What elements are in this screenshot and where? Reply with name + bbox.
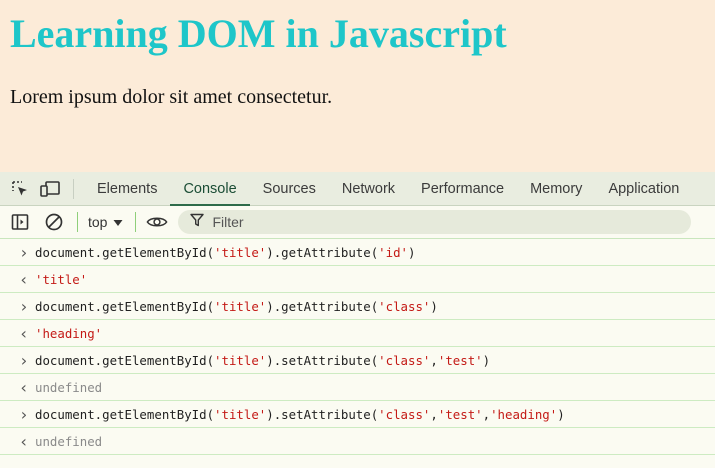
context-selector[interactable]: top — [88, 214, 123, 230]
code-text: ) — [430, 298, 438, 314]
console-result-line: ‹ undefined — [0, 374, 715, 401]
devtools-panel: Elements Console Sources Network Perform… — [0, 172, 715, 468]
tab-elements[interactable]: Elements — [84, 172, 170, 205]
code-text: , — [430, 352, 438, 368]
console-command: document.getElementById('title').getAttr… — [35, 245, 415, 260]
result-text: 'heading' — [35, 325, 103, 341]
code-text: ).getAttribute( — [266, 298, 379, 314]
console-result-line: ‹ 'heading' — [0, 320, 715, 347]
console-result-line: ‹ 'title' — [0, 266, 715, 293]
code-text: ) — [408, 244, 416, 260]
console-result-undefined: undefined — [35, 434, 102, 449]
console-input-line: › document.getElementById('title').getAtt… — [0, 293, 715, 320]
code-text: document.getElementById( — [35, 244, 215, 260]
console-command: document.getElementById('title').getAttr… — [35, 299, 438, 314]
result-arrow-icon: ‹ — [19, 323, 29, 343]
string-argument: 'class' — [378, 298, 431, 314]
page-paragraph: Lorem ipsum dolor sit amet consectetur. — [10, 86, 333, 108]
string-argument: 'class' — [378, 352, 431, 368]
string-argument: 'title' — [214, 406, 267, 422]
string-argument: 'heading' — [490, 406, 558, 422]
console-result-value: 'title' — [35, 272, 87, 287]
code-text: ).setAttribute( — [266, 406, 379, 422]
prompt-chevron-icon: › — [19, 350, 29, 370]
console-result-undefined: undefined — [35, 380, 102, 395]
result-arrow-icon: ‹ — [19, 269, 29, 289]
clear-console-icon[interactable] — [43, 211, 65, 233]
tab-sources[interactable]: Sources — [250, 172, 329, 205]
tab-application[interactable]: Application — [595, 172, 692, 205]
console-input-line: › document.getElementById('title').setAtt… — [0, 401, 715, 428]
page-heading: Learning DOM in Javascript — [10, 11, 507, 56]
device-toolbar-icon[interactable] — [39, 178, 61, 200]
result-arrow-icon: ‹ — [19, 431, 29, 451]
web-page: Learning DOM in Javascript Lorem ipsum d… — [0, 0, 715, 172]
console-result-value: 'heading' — [35, 326, 102, 341]
code-text: document.getElementById( — [35, 406, 215, 422]
prompt-chevron-icon: › — [19, 404, 29, 424]
code-text: document.getElementById( — [35, 298, 215, 314]
context-label: top — [88, 214, 108, 230]
result-text: undefined — [35, 379, 103, 395]
sidebar-toggle-icon[interactable] — [9, 211, 31, 233]
inspect-element-icon[interactable] — [9, 178, 31, 200]
string-argument: 'id' — [378, 244, 409, 260]
prompt-chevron-icon: › — [19, 296, 29, 316]
divider — [77, 212, 78, 232]
code-text: , — [482, 406, 491, 422]
code-text: , — [430, 406, 438, 422]
console-output: › document.getElementById('title').getAtt… — [0, 239, 715, 455]
string-argument: 'title' — [214, 298, 267, 314]
console-input-line: › document.getElementById('title').setAtt… — [0, 347, 715, 374]
result-text: 'title' — [35, 271, 88, 287]
code-text: ) — [557, 406, 565, 422]
filter-box[interactable] — [178, 210, 692, 234]
divider — [135, 212, 137, 232]
console-result-line: ‹ undefined — [0, 428, 715, 455]
code-text: ).setAttribute( — [266, 352, 379, 368]
string-argument: 'title' — [214, 244, 267, 260]
string-argument: 'test' — [437, 352, 483, 368]
code-text: ).getAttribute( — [266, 244, 379, 260]
code-text: document.getElementById( — [35, 352, 215, 368]
console-command: document.getElementById('title').setAttr… — [35, 353, 490, 368]
live-expression-icon[interactable] — [146, 211, 168, 233]
devtools-tab-bar: Elements Console Sources Network Perform… — [0, 172, 715, 206]
console-input-line: › document.getElementById('title').getAtt… — [0, 239, 715, 266]
tab-performance[interactable]: Performance — [408, 172, 517, 205]
string-argument: 'title' — [214, 352, 267, 368]
console-toolbar: top — [0, 206, 715, 239]
string-argument: 'class' — [378, 406, 431, 422]
string-argument: 'test' — [437, 406, 483, 422]
filter-input[interactable] — [210, 213, 655, 231]
code-text: ) — [482, 352, 491, 368]
filter-icon — [190, 213, 205, 232]
chevron-down-icon — [113, 214, 123, 230]
prompt-chevron-icon: › — [19, 242, 29, 262]
result-text: undefined — [35, 433, 103, 449]
divider — [73, 178, 74, 199]
result-arrow-icon: ‹ — [19, 377, 29, 397]
tab-network[interactable]: Network — [329, 172, 408, 205]
tab-memory[interactable]: Memory — [517, 172, 595, 205]
console-command: document.getElementById('title').setAttr… — [35, 407, 565, 422]
tab-console[interactable]: Console — [170, 172, 250, 206]
